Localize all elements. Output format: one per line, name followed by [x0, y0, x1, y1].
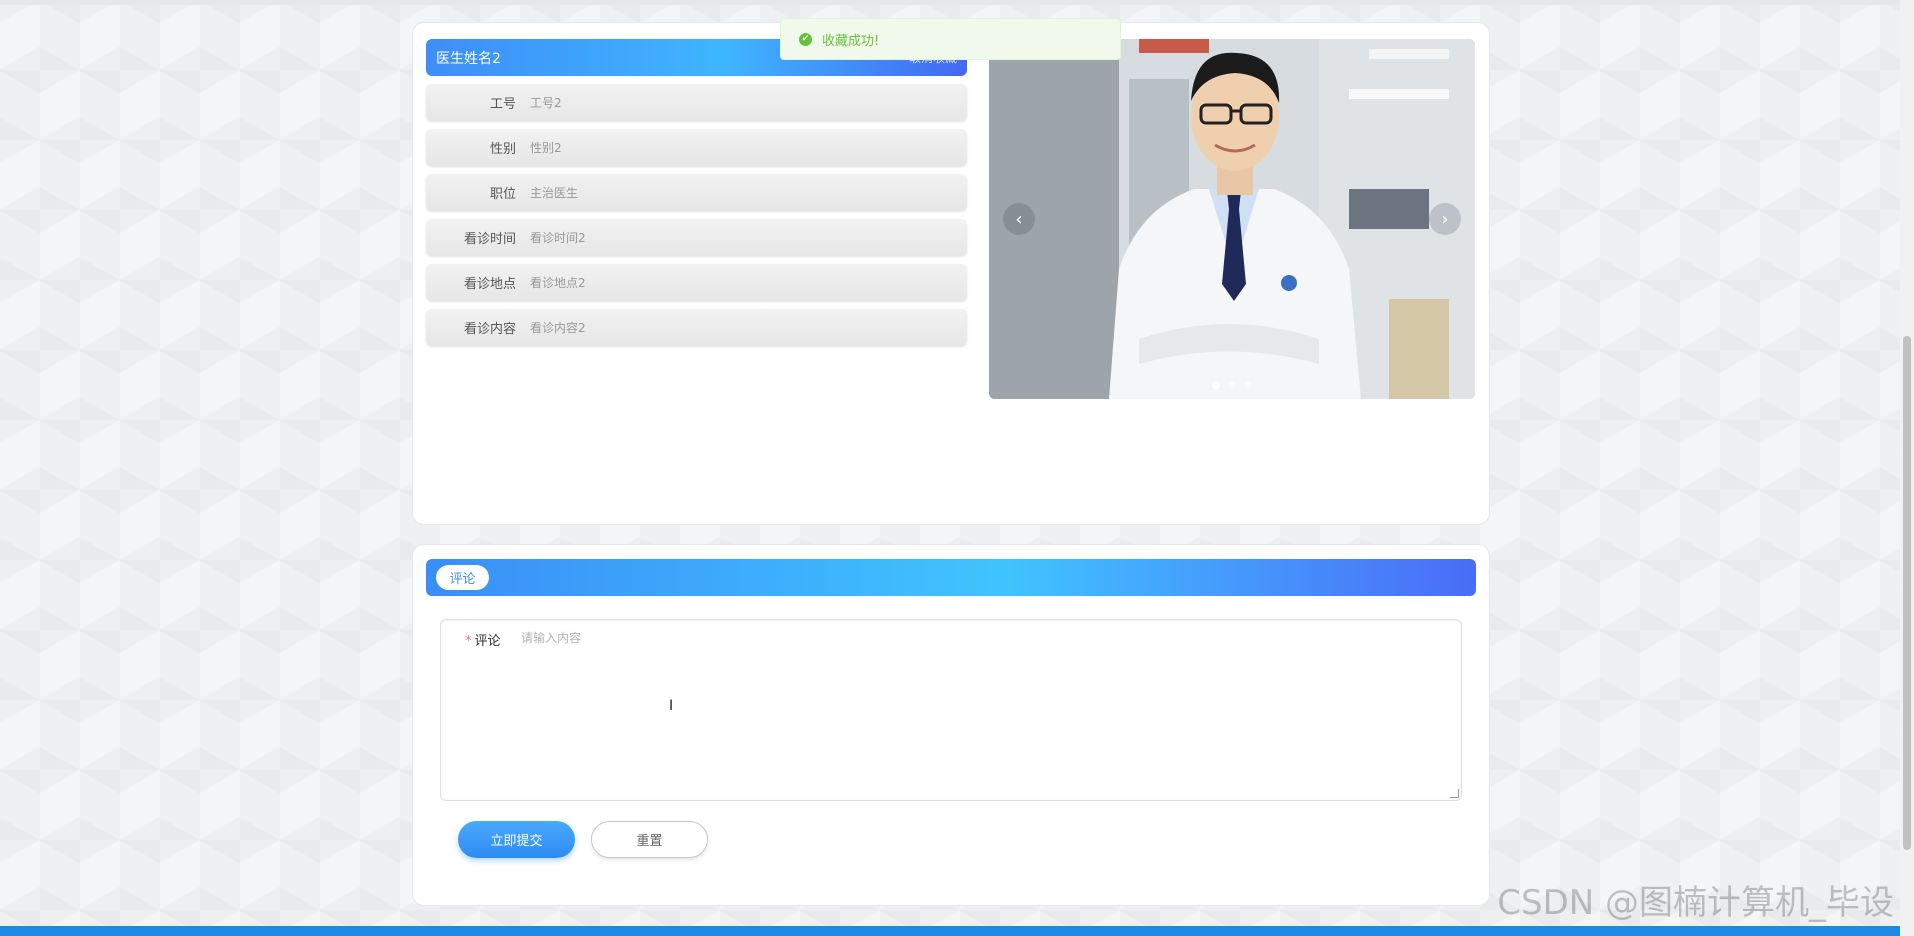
- carousel-dot[interactable]: [1244, 381, 1252, 389]
- carousel-prev-button[interactable]: ‹: [1003, 203, 1035, 235]
- field-row-visit-content: 看诊内容 看诊内容2: [426, 309, 967, 346]
- browser-top-strip: [0, 0, 1900, 5]
- field-label: 性别: [489, 142, 516, 157]
- csdn-watermark: CSDN @图楠计算机_毕设: [1497, 883, 1894, 923]
- scrollbar-thumb[interactable]: [1903, 336, 1911, 850]
- field-value: 看诊时间2: [530, 231, 586, 245]
- success-toast: ✔ 收藏成功!: [780, 18, 1121, 60]
- field-label: 看诊内容: [463, 322, 516, 337]
- field-value: 看诊内容2: [530, 321, 586, 335]
- field-value: 主治医生: [530, 186, 579, 200]
- text-cursor-icon: I: [669, 698, 674, 714]
- footer-bar: [0, 926, 1900, 936]
- carousel-next-button[interactable]: ›: [1429, 203, 1461, 235]
- page-scrollbar[interactable]: [1900, 0, 1914, 936]
- doctor-name: 医生姓名2: [436, 50, 501, 67]
- field-label: 职位: [489, 187, 516, 202]
- doctor-photo-carousel[interactable]: ‹ ›: [989, 39, 1475, 399]
- doctor-photo: [989, 39, 1475, 399]
- field-label: 看诊地点: [463, 277, 516, 292]
- carousel-dot[interactable]: [1212, 381, 1220, 389]
- comment-form-item: *评论 I: [440, 619, 1462, 801]
- resize-handle-icon[interactable]: [1450, 789, 1459, 798]
- submit-button[interactable]: 立即提交: [458, 821, 575, 858]
- comment-tag: 评论: [436, 565, 489, 590]
- field-row-job-number: 工号 工号2: [426, 84, 967, 121]
- field-row-position: 职位 主治医生: [426, 174, 967, 211]
- field-label: 看诊时间: [463, 232, 516, 247]
- field-row-visit-time: 看诊时间 看诊时间2: [426, 219, 967, 256]
- field-row-visit-location: 看诊地点 看诊地点2: [426, 264, 967, 301]
- check-circle-icon: ✔: [799, 32, 812, 46]
- comment-header-bar: 评论: [426, 559, 1476, 596]
- field-label: 工号: [489, 97, 516, 112]
- comment-card: 评论 *评论 I 立即提交 重置: [412, 544, 1490, 906]
- required-mark: *: [465, 634, 472, 649]
- toast-message: 收藏成功!: [822, 33, 880, 49]
- comment-textarea[interactable]: [519, 626, 1453, 798]
- comment-field-label: * 评论: [465, 630, 501, 649]
- field-row-gender: 性别 性别2: [426, 129, 967, 166]
- field-value: 看诊地点2: [530, 276, 586, 290]
- carousel-dot[interactable]: [1228, 381, 1236, 389]
- field-value: 性别2: [530, 141, 562, 155]
- doctor-detail-card: 医生姓名2 取消收藏 工号 工号2 性别 性别2 职位 主治医生 看诊时间 看诊…: [412, 22, 1490, 525]
- comment-label-text: 评论: [474, 634, 501, 649]
- reset-button[interactable]: 重置: [591, 821, 708, 858]
- carousel-indicators: [989, 381, 1475, 389]
- field-value: 工号2: [530, 96, 562, 110]
